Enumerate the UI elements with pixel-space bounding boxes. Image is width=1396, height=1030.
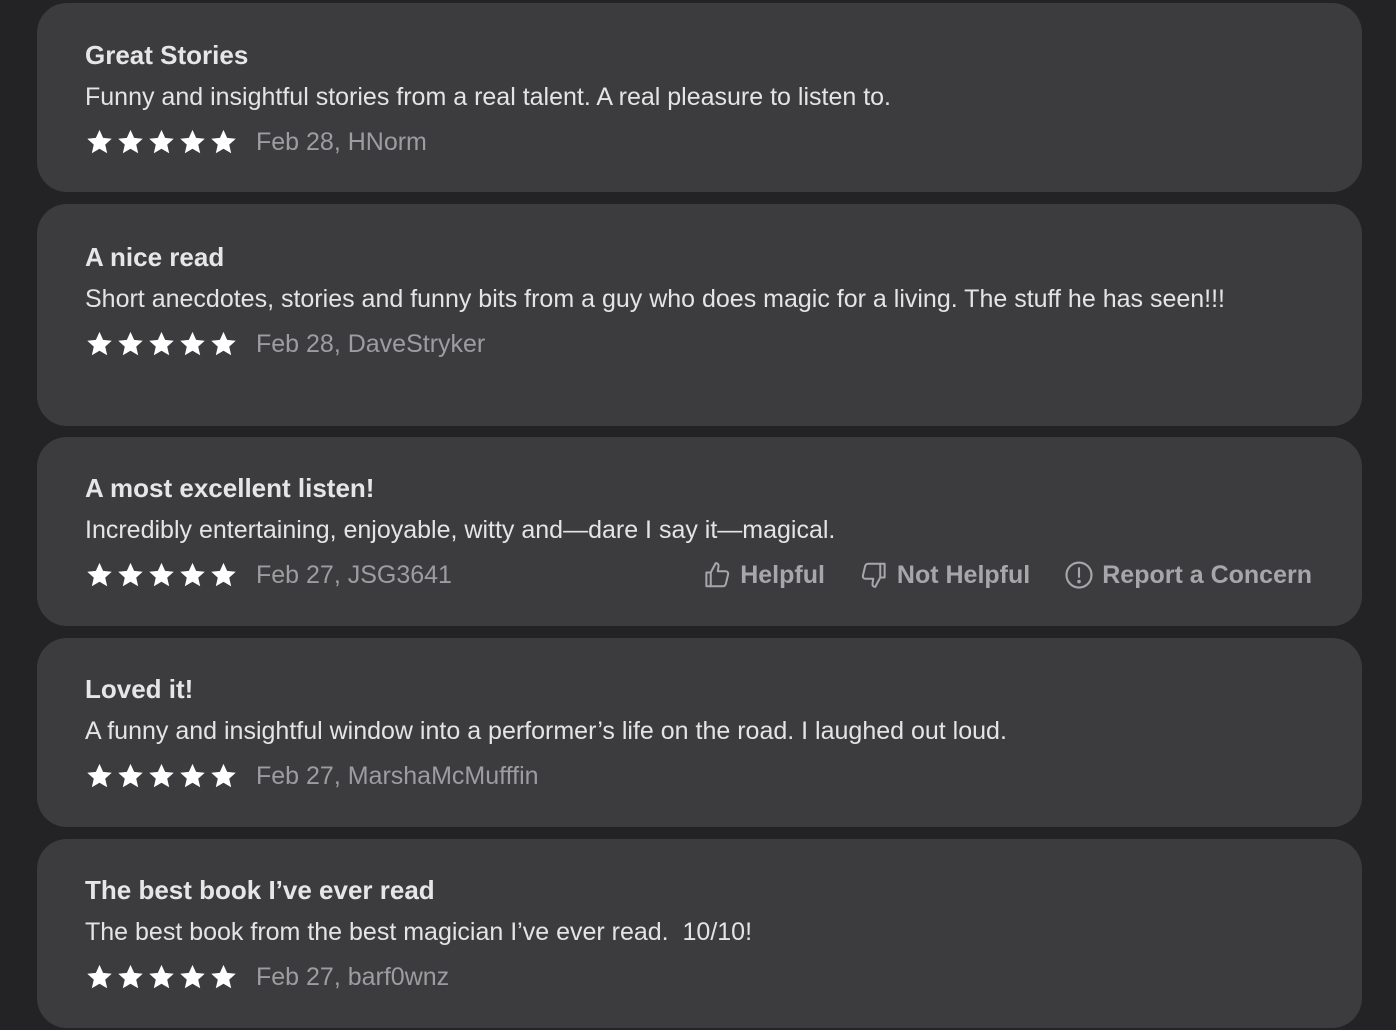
- helpful-label: Helpful: [740, 560, 825, 589]
- star-icon: [118, 331, 143, 356]
- reviews-list: Great Stories Funny and insightful stori…: [0, 0, 1396, 1030]
- star-icon: [118, 763, 143, 788]
- review-card: A most excellent listen! Incredibly ente…: [37, 437, 1362, 626]
- star-icon: [149, 331, 174, 356]
- star-icon: [211, 763, 236, 788]
- review-title: Great Stories: [85, 40, 249, 70]
- review-card: A nice read Short anecdotes, stories and…: [37, 204, 1362, 426]
- review-title: Loved it!: [85, 674, 194, 704]
- star-icon: [87, 964, 112, 989]
- report-concern-button[interactable]: Report a Concern: [1064, 560, 1312, 590]
- review-card: Loved it! A funny and insightful window …: [37, 638, 1362, 827]
- review-date-author: Feb 28, DaveStryker: [256, 329, 486, 358]
- star-icon: [180, 129, 205, 154]
- not-helpful-label: Not Helpful: [896, 560, 1031, 589]
- star-icon: [180, 562, 205, 587]
- review-meta-row: Feb 27, MarshaMcMufffin: [85, 759, 1312, 793]
- report-concern-label: Report a Concern: [1102, 560, 1312, 589]
- star-rating: [85, 963, 238, 991]
- review-meta-row: Feb 27, barf0wnz: [85, 960, 1312, 994]
- thumbs-down-icon: [861, 562, 886, 588]
- review-meta-row: Feb 28, DaveStryker: [85, 327, 1312, 361]
- star-icon: [87, 562, 112, 587]
- star-rating: [85, 561, 238, 589]
- star-icon: [87, 331, 112, 356]
- review-actions: Helpful Not Helpful Report a Concern: [702, 560, 1312, 590]
- review-date-author: Feb 27, JSG3641: [256, 560, 452, 589]
- helpful-button[interactable]: Helpful: [702, 560, 825, 590]
- review-title: A most excellent listen!: [85, 473, 375, 503]
- exclamation-circle-icon: [1065, 561, 1093, 589]
- star-icon: [180, 331, 205, 356]
- review-body: Short anecdotes, stories and funny bits …: [85, 285, 1225, 313]
- star-icon: [149, 129, 174, 154]
- star-icon: [87, 129, 112, 154]
- star-icon: [180, 763, 205, 788]
- star-icon: [87, 763, 112, 788]
- review-title: The best book I’ve ever read: [85, 875, 435, 905]
- review-title: A nice read: [85, 242, 225, 272]
- star-icon: [149, 562, 174, 587]
- star-icon: [211, 331, 236, 356]
- star-icon: [149, 763, 174, 788]
- star-icon: [180, 964, 205, 989]
- thumbs-up-icon: [705, 562, 730, 588]
- review-body: A funny and insightful window into a per…: [85, 717, 1007, 745]
- star-icon: [149, 964, 174, 989]
- review-body: Funny and insightful stories from a real…: [85, 83, 891, 111]
- review-meta-row: Feb 27, JSG3641 Helpful Not Helpful Repo…: [85, 558, 1312, 592]
- star-rating: [85, 762, 238, 790]
- review-body: The best book from the best magician I’v…: [85, 918, 753, 946]
- star-icon: [118, 562, 143, 587]
- star-rating: [85, 128, 238, 156]
- star-icon: [211, 964, 236, 989]
- review-body: Incredibly entertaining, enjoyable, witt…: [85, 516, 836, 544]
- review-date-author: Feb 27, MarshaMcMufffin: [256, 761, 539, 790]
- star-icon: [211, 129, 236, 154]
- star-rating: [85, 330, 238, 358]
- review-meta-row: Feb 28, HNorm: [85, 125, 1312, 159]
- review-date-author: Feb 27, barf0wnz: [256, 962, 450, 991]
- star-icon: [118, 129, 143, 154]
- review-card: Great Stories Funny and insightful stori…: [37, 3, 1362, 192]
- not-helpful-button[interactable]: Not Helpful: [859, 560, 1030, 590]
- star-icon: [118, 964, 143, 989]
- star-icon: [211, 562, 236, 587]
- review-date-author: Feb 28, HNorm: [256, 127, 427, 156]
- review-card: The best book I’ve ever read The best bo…: [37, 839, 1362, 1028]
